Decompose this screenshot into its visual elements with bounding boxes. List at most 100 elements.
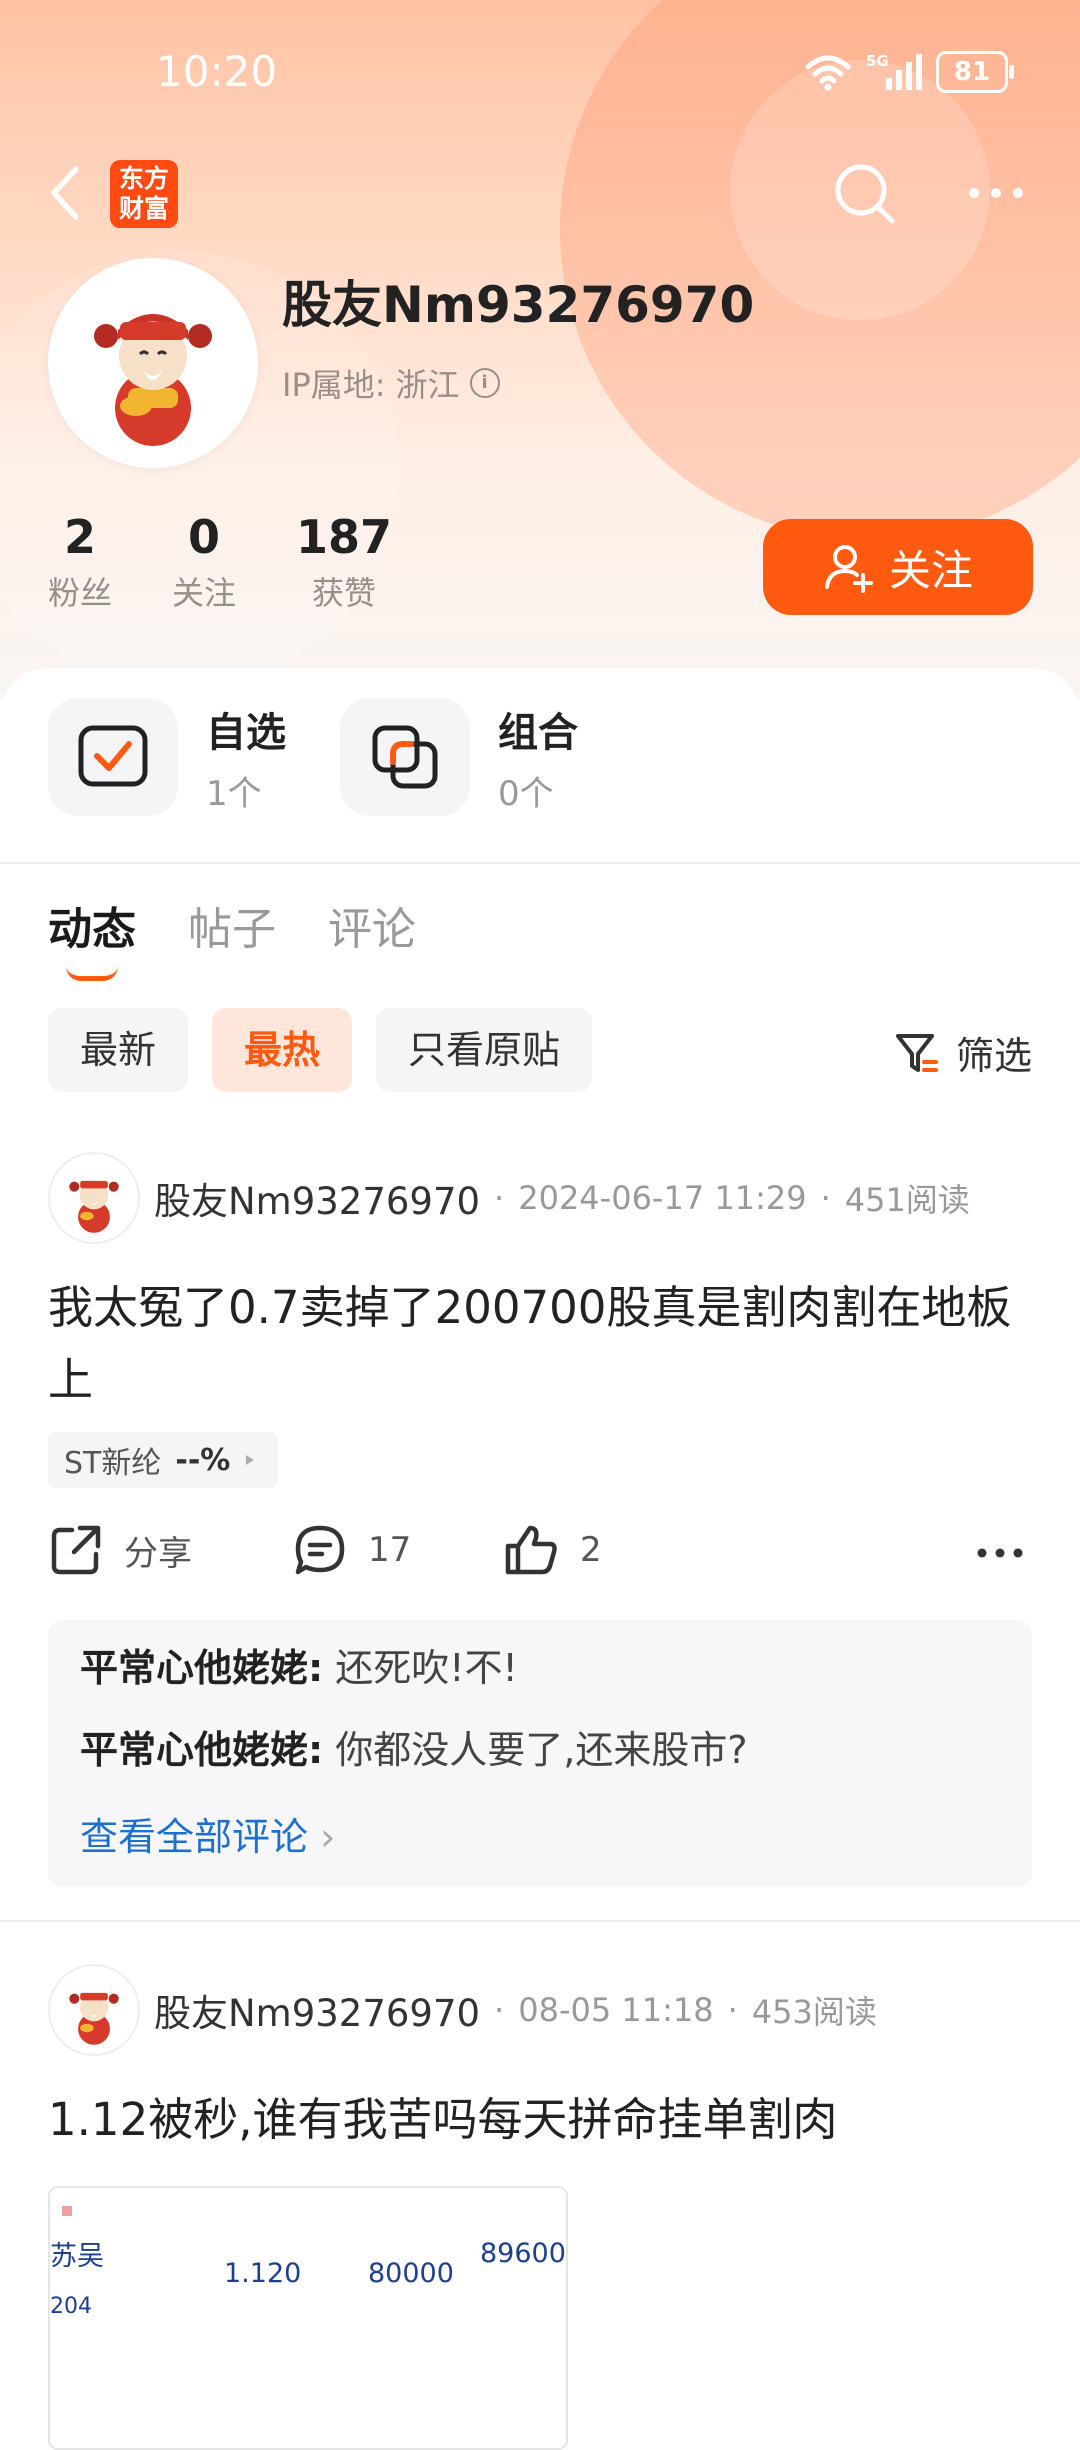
quick-link-title: 组合 — [498, 709, 578, 756]
ip-location: IP属地: 浙江 i — [282, 360, 500, 406]
content-tabs: 动态 帖子 评论 — [48, 893, 416, 981]
follow-label: 关注 — [888, 545, 973, 595]
more-options-icon[interactable] — [966, 179, 1026, 207]
chip-latest[interactable]: 最新 — [48, 1008, 189, 1092]
info-icon[interactable]: i — [469, 368, 500, 398]
image-marker — [62, 2206, 72, 2216]
logo-text-top: 东方 — [118, 164, 169, 193]
app-logo: 东方 财富 — [110, 160, 178, 228]
like-count: 2 — [580, 1530, 602, 1570]
comment-user[interactable]: 平常心他姥姥: — [80, 1646, 323, 1690]
add-user-icon — [824, 545, 873, 593]
stat-label: 关注 — [172, 574, 237, 612]
image-text-price: 1.120 — [224, 2258, 302, 2289]
like-button[interactable]: 2 — [502, 1522, 602, 1578]
wifi-icon — [805, 55, 851, 91]
post-more-icon[interactable] — [976, 1546, 1024, 1560]
comment-preview: 平常心他姥姥: 还死吹!不! 平常心他姥姥: 你都没人要了,还来股市? 查看全部… — [48, 1620, 1032, 1887]
comment-text: 你都没人要了,还来股市? — [335, 1728, 748, 1772]
post-author-row: 股友Nm93276970 · 2024-06-17 11:29 · 451阅读 — [48, 1152, 1032, 1244]
stat-label: 获赞 — [312, 574, 377, 612]
top-bar: 东方 财富 — [0, 155, 1080, 235]
image-text-name: 苏吴 — [50, 2241, 104, 2272]
stock-name: ST新纶 — [64, 1446, 162, 1481]
stat-fans[interactable]: 2 粉丝 — [48, 510, 112, 614]
meta-separator: · — [727, 1991, 738, 2029]
share-button[interactable]: 分享 — [48, 1522, 192, 1578]
post-text[interactable]: 我太冤了0.7卖掉了200700股真是割肉割在地板上 — [48, 1272, 1032, 1416]
ip-value: 浙江 — [395, 366, 460, 404]
cellular-signal-icon: 5G — [866, 52, 922, 90]
stock-change: --% — [175, 1442, 231, 1478]
logo-text-bottom: 财富 — [118, 194, 169, 223]
post-date: 2024-06-17 11:29 — [518, 1179, 807, 1217]
caret-right-icon — [246, 1455, 255, 1465]
image-text-amount: 89600 — [480, 2238, 566, 2269]
search-icon[interactable] — [830, 159, 900, 229]
feed-post[interactable]: 股友Nm93276970 · 2024-06-17 11:29 · 451阅读 … — [48, 1152, 1032, 1887]
network-label: 5G — [866, 52, 889, 70]
comment-text: 还死吹!不! — [335, 1646, 518, 1690]
quick-link-watchlist[interactable]: 自选 1个 — [48, 698, 286, 816]
quick-links: 自选 1个 组合 0个 — [48, 698, 578, 816]
quick-link-portfolio[interactable]: 组合 0个 — [340, 698, 578, 816]
quick-link-title: 自选 — [206, 709, 286, 756]
status-time: 10:20 — [156, 47, 278, 96]
profile-stats: 2 粉丝 0 关注 187 获赞 — [48, 510, 452, 614]
tab-comments[interactable]: 评论 — [328, 893, 416, 957]
profile-avatar[interactable] — [48, 258, 258, 468]
tab-label: 帖子 — [188, 904, 276, 955]
author-avatar[interactable] — [48, 1964, 140, 2056]
image-text-quantity: 80000 — [368, 2258, 454, 2289]
comment-user[interactable]: 平常心他姥姥: — [80, 1728, 323, 1772]
chevron-right-icon: › — [320, 1815, 336, 1859]
post-author-name[interactable]: 股友Nm93276970 — [154, 1983, 480, 2037]
image-text-code: 204 — [50, 2294, 92, 2319]
post-image-thumbnail[interactable]: 苏吴 204 1.120 80000 89600 — [48, 2186, 568, 2450]
share-label: 分享 — [124, 1533, 192, 1574]
chip-hottest[interactable]: 最热 — [212, 1008, 353, 1092]
sort-chips: 最新 最热 只看原贴 — [48, 1008, 593, 1092]
author-avatar[interactable] — [48, 1152, 140, 1244]
profile-username: 股友Nm93276970 — [282, 276, 755, 334]
comment-item[interactable]: 平常心他姥姥: 你都没人要了,还来股市? — [80, 1724, 1000, 1776]
post-author-name[interactable]: 股友Nm93276970 — [154, 1171, 480, 1225]
thumbs-up-icon — [505, 1525, 557, 1575]
feed-post[interactable]: 股友Nm93276970 · 08-05 11:18 · 453阅读 1.12被… — [48, 1964, 1032, 2450]
content-card: 自选 1个 组合 0个 动态 帖子 评论 最新 最热 只看原贴 筛选 股友Nm9… — [0, 668, 1080, 2450]
post-date: 08-05 11:18 — [518, 1991, 714, 2029]
ip-label: IP属地: — [282, 366, 386, 404]
meta-separator: · — [494, 1991, 505, 2029]
follow-button[interactable]: 关注 — [763, 519, 1033, 615]
view-all-label: 查看全部评论 — [80, 1815, 309, 1859]
stock-tag[interactable]: ST新纶 --% — [48, 1432, 279, 1488]
share-icon — [51, 1525, 101, 1575]
comment-button[interactable]: 17 — [292, 1522, 411, 1578]
stat-following[interactable]: 0 关注 — [172, 510, 236, 614]
post-read-count: 451阅读 — [844, 1181, 970, 1219]
stat-likes[interactable]: 187 获赞 — [296, 510, 392, 614]
comment-icon — [295, 1525, 345, 1575]
tab-activity[interactable]: 动态 — [48, 893, 136, 981]
battery-indicator: 81 — [936, 51, 1014, 93]
stat-value: 187 — [296, 510, 393, 564]
view-all-comments-link[interactable]: 查看全部评论 › — [80, 1806, 1000, 1861]
quick-link-count: 0个 — [498, 773, 554, 814]
stat-label: 粉丝 — [48, 574, 113, 612]
tab-posts[interactable]: 帖子 — [188, 893, 276, 957]
back-arrow-icon[interactable] — [42, 161, 92, 225]
comment-count: 17 — [368, 1530, 412, 1570]
stat-value: 2 — [64, 510, 97, 564]
divider — [0, 862, 1080, 864]
post-author-row: 股友Nm93276970 · 08-05 11:18 · 453阅读 — [48, 1964, 1032, 2056]
active-tab-indicator — [66, 966, 118, 981]
filter-button[interactable]: 筛选 — [894, 1025, 1032, 1080]
caishen-avatar-icon — [69, 1992, 119, 2045]
caishen-avatar-icon — [69, 1180, 119, 1233]
comment-item[interactable]: 平常心他姥姥: 还死吹!不! — [80, 1642, 1000, 1694]
chip-original-only[interactable]: 只看原贴 — [376, 1008, 593, 1092]
meta-separator: · — [820, 1179, 831, 1217]
filter-icon — [895, 1033, 938, 1072]
post-text[interactable]: 1.12被秒,谁有我苦吗每天拼命挂单割肉 — [48, 2084, 1032, 2156]
stat-value: 0 — [188, 510, 221, 564]
